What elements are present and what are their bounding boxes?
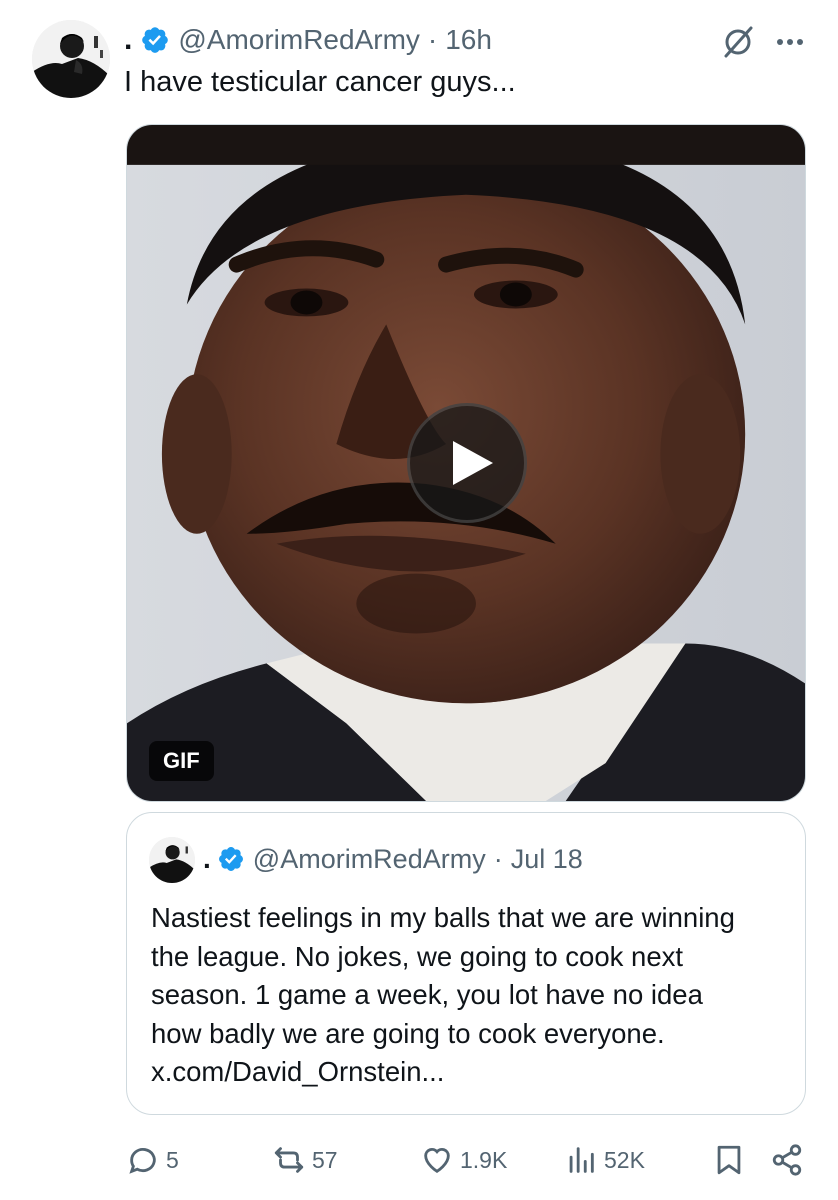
like-count: 1.9K xyxy=(460,1146,508,1173)
reply-icon xyxy=(129,1148,156,1174)
action-bar: 5 57 1.9K 52K xyxy=(0,1136,838,1184)
play-icon xyxy=(453,441,493,485)
like-button[interactable]: 1.9K xyxy=(420,1136,507,1184)
quoted-tweet-timestamp: Jul 18 xyxy=(510,843,583,874)
repost-button[interactable]: 57 xyxy=(272,1136,338,1184)
quoted-tweet-text: Nastiest feelings in my balls that we ar… xyxy=(151,899,791,1092)
bookmark-button[interactable] xyxy=(712,1136,746,1184)
gif-badge: GIF xyxy=(149,741,214,781)
views-icon xyxy=(569,1147,594,1173)
tweet-header: . @AmorimRedArmy · 16h xyxy=(124,20,492,60)
author-handle[interactable]: @AmorimRedArmy xyxy=(178,24,420,56)
reply-button[interactable]: 5 xyxy=(126,1136,179,1184)
heart-icon xyxy=(424,1148,450,1174)
reply-count: 5 xyxy=(166,1146,179,1173)
header-separator: · xyxy=(427,24,438,55)
quoted-text-line: Nastiest feelings in my balls that we ar… xyxy=(151,902,735,933)
quoted-text-line: season. 1 game a week, you lot have no i… xyxy=(151,979,703,1010)
quoted-text-link[interactable]: x.com/David_Ornstein... xyxy=(151,1053,791,1092)
quoted-author-avatar xyxy=(149,837,195,883)
quoted-author-display-name: . xyxy=(203,843,211,874)
more-icon[interactable] xyxy=(770,22,810,62)
quoted-tweet[interactable]: . @AmorimRedArmy · Jul 18 Nastiest feeli… xyxy=(126,812,806,1115)
views-button[interactable]: 52K xyxy=(564,1136,645,1184)
tweet-text: I have testicular cancer guys... xyxy=(124,66,516,98)
quoted-header-separator: · xyxy=(493,843,503,874)
gif-media[interactable]: GIF xyxy=(126,124,806,802)
tweet-timestamp[interactable]: 16h xyxy=(445,24,492,56)
bookmark-icon xyxy=(717,1145,741,1175)
author-display-name[interactable]: . xyxy=(124,25,132,55)
quoted-text-line: the league. No jokes, we going to cook n… xyxy=(151,940,684,972)
views-count: 52K xyxy=(604,1146,645,1173)
verified-badge-icon xyxy=(140,25,170,55)
repost-icon xyxy=(274,1147,304,1173)
verified-badge-icon xyxy=(217,845,245,873)
share-icon xyxy=(772,1144,802,1176)
share-button[interactable] xyxy=(770,1136,804,1184)
play-button[interactable] xyxy=(407,403,527,523)
repost-count: 57 xyxy=(312,1146,338,1173)
quoted-author-handle: @AmorimRedArmy xyxy=(252,843,486,874)
author-avatar[interactable] xyxy=(32,20,110,98)
quoted-tweet-header: . @AmorimRedArmy · Jul 18 xyxy=(203,839,583,879)
grok-icon[interactable] xyxy=(718,22,758,62)
quoted-text-line: how badly we are going to cook everyone. xyxy=(151,1017,665,1049)
